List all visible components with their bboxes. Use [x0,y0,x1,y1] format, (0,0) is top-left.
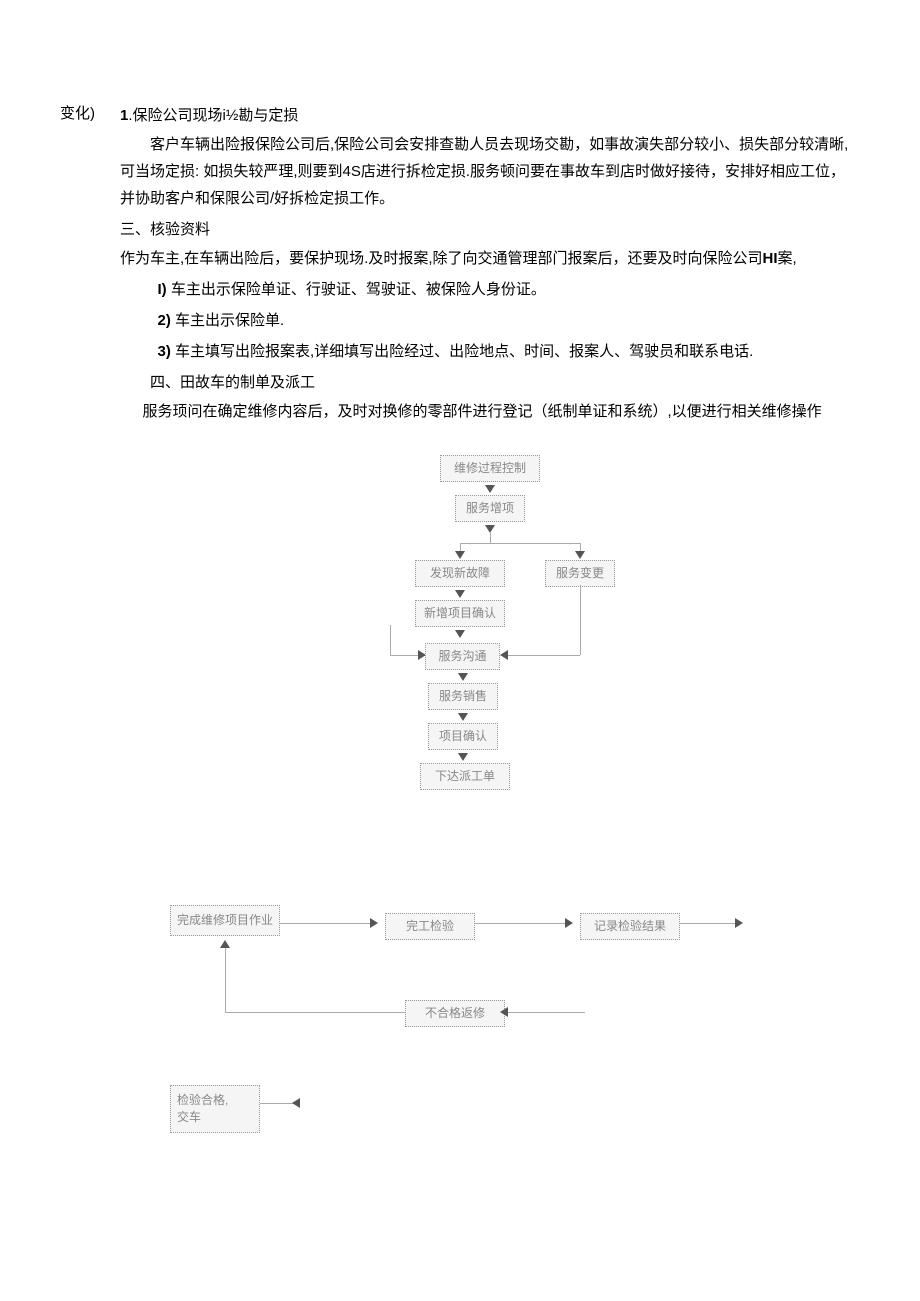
list-item-2: 2) 车主出示保险单. [120,307,860,334]
arrow-down-icon [485,525,495,533]
arrow-down-icon [455,551,465,559]
list-item-1: I) 车主出示保险单证、行驶证、驾驶证、被保险人身份证。 [120,276,860,303]
document-body: 变化) 1.保险公司现场i½勘与定损 客户车辆出险报保险公司后,保险公司会安排查… [60,100,860,1165]
fc1-box-service-add: 服务增项 [455,495,525,522]
fc2-box-inspection: 完工检验 [385,913,475,940]
list-item-3: 3) 车主填写出险报案表,详细填写出险经过、出险地点、时间、报案人、驾驶员和联系… [120,338,860,365]
line [460,543,580,544]
section1-title: .保险公司现场i½勘与定损 [128,107,298,124]
arrow-right-icon [735,918,743,928]
arrow-up-icon [220,940,230,948]
section4-body: 服务顼问在确定维修内容后，及时对换修的零部件进行登记（纸制单证和系统）,以便进行… [120,398,860,425]
fc1-box-item-confirm: 项目确认 [428,723,498,750]
fc2-box-record-result: 记录检验结果 [580,913,680,940]
item2-num: 2) [158,312,171,329]
arrow-down-icon [455,590,465,598]
arrow-left-icon [292,1098,300,1108]
line [680,923,740,924]
fc1-box-service-comm: 服务沟通 [425,643,500,670]
section1-heading: 1.保险公司现场i½勘与定损 [120,102,860,129]
line [490,533,491,543]
item3-text: 车主填写出险报案表,详细填写出险经过、出险地点、时间、报案人、驾驶员和联系电话. [171,343,754,360]
line [580,585,581,655]
line [225,945,226,1012]
flowchart-2: 完成维修项目作业 完工检验 记录检验结果 不合格返修 检验合格, 交车 [170,905,810,1165]
arrow-down-icon [458,673,468,681]
fc2-box-unqualified: 不合格返修 [405,1000,505,1027]
arrow-down-icon [485,485,495,493]
main-column: 1.保险公司现场i½勘与定损 客户车辆出险报保险公司后,保险公司会安排查勘人员去… [120,100,860,1165]
fc1-box-dispatch: 下达派工单 [420,763,510,790]
arrow-down-icon [455,630,465,638]
fc1-box-new-item-confirm: 新增项目确认 [415,600,505,627]
section3-body-text-b: 案, [778,250,797,267]
fc1-box-new-fault: 发现新故障 [415,560,505,587]
line [475,923,570,924]
line [390,625,391,655]
line [505,1012,585,1013]
line [280,923,375,924]
arrow-down-icon [458,753,468,761]
section3-body-text-a: 作为车主,在车辆出险后，要保护现场.及时报案,除了向交通管理部门报案后，还要及时… [120,250,763,267]
fc1-box-service-sales: 服务销售 [428,683,498,710]
item1-text: 车主出示保险单证、行驶证、驾驶证、被保险人身份证。 [167,281,546,298]
fc1-box-service-change: 服务变更 [545,560,615,587]
arrow-right-icon [565,918,573,928]
arrow-down-icon [458,713,468,721]
margin-note-text: 变化) [60,105,95,122]
section3-body: 作为车主,在车辆出险后，要保护现场.及时报案,除了向交通管理部门报案后，还要及时… [120,245,860,272]
item1-num: I) [158,281,167,298]
hi-bold: HI [763,250,778,267]
arrow-left-icon [500,650,508,660]
arrow-down-icon [575,551,585,559]
fc1-box-maintenance-control: 维修过程控制 [440,455,540,482]
flowchart-1: 维修过程控制 服务增项 发现新故障 服务变更 新增项目确认 服务沟通 [330,455,650,835]
item2-text: 车主出示保险单. [171,312,284,329]
arrow-left-icon [500,1007,508,1017]
margin-note: 变化) [60,100,120,1165]
section4-heading: 四、田故车的制单及派工 [120,369,860,396]
item3-num: 3) [158,343,171,360]
fc2-box-complete-repair: 完成维修项目作业 [170,905,280,936]
section3-heading: 三、核验资料 [120,216,860,243]
section1-body: 客户车辆出险报保险公司后,保险公司会安排查勘人员去现场交勘，如事故演失部分较小、… [120,131,860,212]
line [225,1012,405,1013]
line [505,655,580,656]
arrow-right-icon [370,918,378,928]
fc2-box-qualified: 检验合格, 交车 [170,1085,260,1133]
